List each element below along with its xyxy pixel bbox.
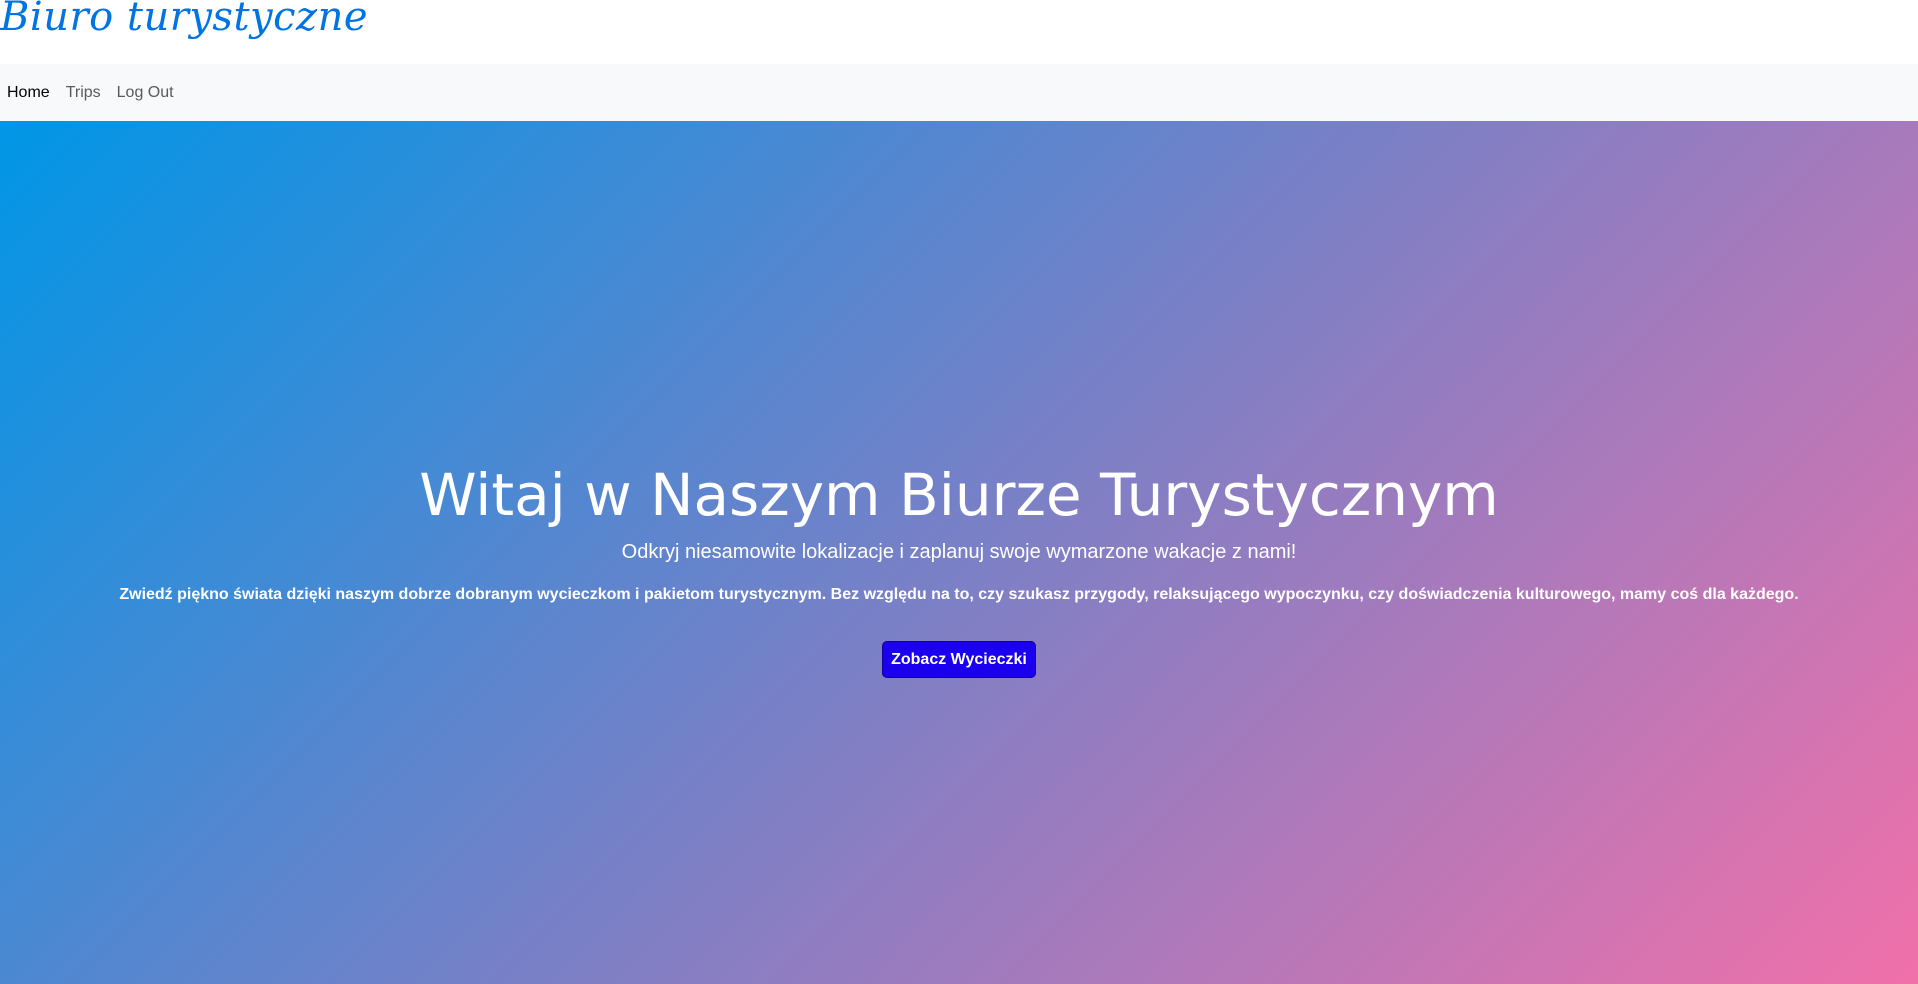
nav-home-link[interactable]: Home	[7, 84, 50, 102]
main-navbar: Home Trips Log Out	[0, 64, 1918, 121]
see-trips-button[interactable]: Zobacz Wycieczki	[882, 641, 1036, 678]
hero-description: Zwiedź piękno świata dzięki naszym dobrz…	[119, 586, 1799, 603]
nav-logout-link[interactable]: Log Out	[117, 84, 174, 102]
brand-header: Biuro turystyczne	[0, 0, 1918, 64]
hero-section: Witaj w Naszym Biurze Turystycznym Odkry…	[0, 121, 1918, 984]
hero-subtitle: Odkryj niesamowite lokalizacje i zaplanu…	[621, 541, 1297, 563]
brand-title: Biuro turystyczne	[0, 0, 369, 40]
nav-trips-link[interactable]: Trips	[66, 84, 101, 102]
hero-title: Witaj w Naszym Biurze Turystycznym	[419, 461, 1499, 529]
